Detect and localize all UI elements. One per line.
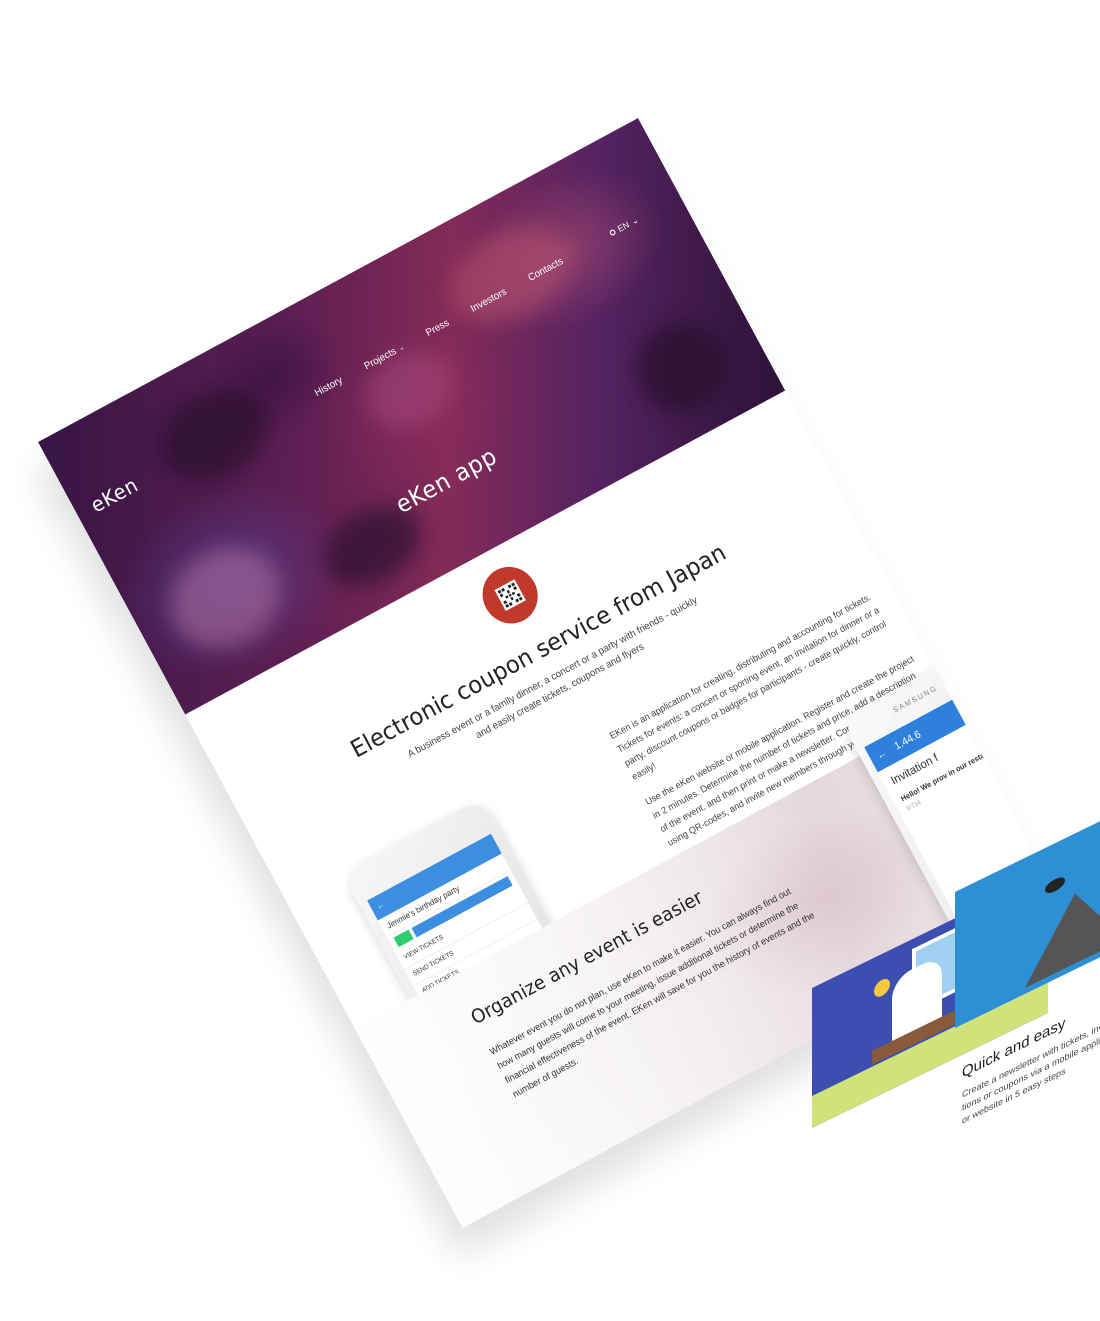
website-page: eKen History Projects ⌄ Press Investors … [38,118,1063,1228]
card-title: Quick and easy [962,1014,1066,1082]
chevron-down-icon: ⌄ [396,342,406,353]
card-text: Create a newsletter with tickets, invita… [962,1016,1100,1126]
mockup-scene: eKen History Projects ⌄ Press Investors … [0,0,1100,1321]
eken-logo [472,557,548,634]
desk-illustration [872,997,982,1065]
qr-code-icon [494,579,526,612]
app-version: 1.44.6 [891,727,923,752]
back-arrow-icon[interactable]: ← [874,746,889,762]
